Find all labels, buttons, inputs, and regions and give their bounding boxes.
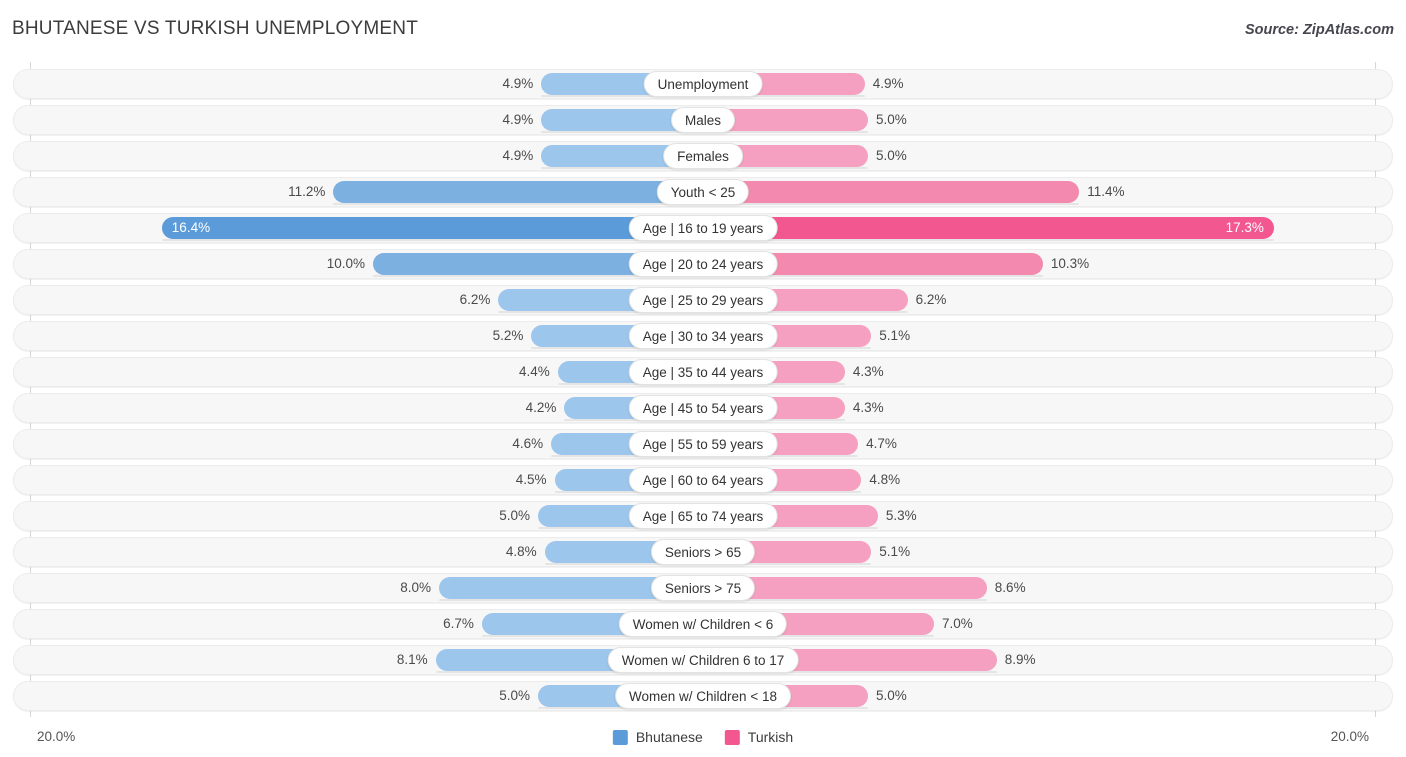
value-label-turkish: 5.1% bbox=[879, 328, 911, 343]
value-label-bhutanese: 10.0% bbox=[326, 256, 365, 271]
category-label: Females bbox=[663, 143, 743, 169]
source-attribution: Source: ZipAtlas.com bbox=[1244, 22, 1394, 38]
value-label-bhutanese: 4.8% bbox=[505, 544, 537, 559]
value-label-bhutanese: 4.5% bbox=[515, 472, 547, 487]
category-label: Youth < 25 bbox=[656, 179, 750, 205]
value-label-bhutanese: 4.9% bbox=[502, 112, 534, 127]
category-label: Age | 65 to 74 years bbox=[628, 503, 778, 529]
value-label-bhutanese: 16.4% bbox=[171, 220, 211, 235]
value-label-turkish: 17.3% bbox=[1225, 220, 1264, 235]
axis-label-right: 20.0% bbox=[1330, 729, 1369, 744]
value-label-bhutanese: 4.2% bbox=[525, 400, 557, 415]
chart-row: 5.2% 5.1% Age | 30 to 34 years bbox=[13, 321, 1393, 351]
category-label: Males bbox=[670, 107, 736, 133]
value-label-bhutanese: 4.9% bbox=[502, 148, 534, 163]
chart-row: 5.0% 5.0% Women w/ Children < 18 bbox=[13, 681, 1393, 711]
value-label-bhutanese: 4.6% bbox=[512, 436, 544, 451]
legend-label: Bhutanese bbox=[635, 729, 703, 745]
chart-row: 4.5% 4.8% Age | 60 to 64 years bbox=[13, 465, 1393, 495]
chart-row: 4.9% 4.9% Unemployment bbox=[13, 69, 1393, 99]
chart-root: BHUTANESE VS TURKISH UNEMPLOYMENT Source… bbox=[0, 0, 1406, 757]
category-label: Age | 60 to 64 years bbox=[628, 467, 778, 493]
value-label-bhutanese: 4.9% bbox=[502, 76, 534, 91]
value-label-turkish: 6.2% bbox=[915, 292, 947, 307]
value-label-bhutanese: 6.2% bbox=[459, 292, 491, 307]
chart-row: 4.9% 5.0% Females bbox=[13, 141, 1393, 171]
chart-row: 8.0% 8.6% Seniors > 75 bbox=[13, 573, 1393, 603]
value-label-turkish: 4.9% bbox=[872, 76, 904, 91]
chart-row: 4.2% 4.3% Age | 45 to 54 years bbox=[13, 393, 1393, 423]
category-label: Seniors > 65 bbox=[650, 539, 756, 565]
chart-row: 11.2% 11.4% Youth < 25 bbox=[13, 177, 1393, 207]
chart-row: 8.1% 8.9% Women w/ Children 6 to 17 bbox=[13, 645, 1393, 675]
category-label: Age | 30 to 34 years bbox=[628, 323, 778, 349]
chart-row: 4.8% 5.1% Seniors > 65 bbox=[13, 537, 1393, 567]
value-label-turkish: 8.9% bbox=[1004, 652, 1036, 667]
legend-swatch-icon bbox=[724, 729, 740, 745]
legend-item[interactable]: Turkish bbox=[724, 729, 794, 745]
category-label: Women w/ Children < 6 bbox=[618, 611, 788, 637]
chart-row: 16.4% 17.3% Age | 16 to 19 years bbox=[13, 213, 1393, 243]
value-label-bhutanese: 6.7% bbox=[443, 616, 474, 631]
legend-swatch-icon bbox=[612, 729, 628, 745]
legend: Bhutanese Turkish bbox=[612, 729, 794, 745]
value-label-turkish: 4.7% bbox=[866, 436, 897, 451]
category-label: Unemployment bbox=[643, 71, 763, 97]
bar-bhutanese bbox=[161, 217, 704, 241]
value-label-bhutanese: 4.4% bbox=[519, 364, 550, 379]
chart-row: 10.0% 10.3% Age | 20 to 24 years bbox=[13, 249, 1393, 279]
chart-row: 4.4% 4.3% Age | 35 to 44 years bbox=[13, 357, 1393, 387]
bar-bhutanese bbox=[333, 181, 703, 205]
category-label: Age | 35 to 44 years bbox=[628, 359, 778, 385]
category-label: Age | 55 to 59 years bbox=[628, 431, 778, 457]
value-label-turkish: 4.3% bbox=[852, 364, 884, 379]
value-label-bhutanese: 11.2% bbox=[288, 184, 326, 199]
category-label: Seniors > 75 bbox=[650, 575, 756, 601]
value-label-turkish: 7.0% bbox=[942, 616, 973, 631]
value-label-turkish: 10.3% bbox=[1050, 256, 1090, 271]
value-label-turkish: 5.1% bbox=[879, 544, 911, 559]
chart-row: 5.0% 5.3% Age | 65 to 74 years bbox=[13, 501, 1393, 531]
value-label-bhutanese: 5.2% bbox=[492, 328, 524, 343]
category-label: Women w/ Children 6 to 17 bbox=[607, 647, 799, 673]
plot-area: 4.9% 4.9% Unemployment 4.9% 5.0% Males 4.9% 5.0… bbox=[0, 62, 1406, 717]
value-label-bhutanese: 5.0% bbox=[499, 508, 530, 523]
category-label: Age | 25 to 29 years bbox=[628, 287, 778, 313]
chart-row: 6.2% 6.2% Age | 25 to 29 years bbox=[13, 285, 1393, 315]
legend-item[interactable]: Bhutanese bbox=[612, 729, 703, 745]
value-label-bhutanese: 5.0% bbox=[499, 688, 530, 703]
value-label-turkish: 8.6% bbox=[994, 580, 1026, 595]
bar-turkish bbox=[703, 181, 1080, 205]
chart-row: 4.9% 5.0% Males bbox=[13, 105, 1393, 135]
value-label-turkish: 11.4% bbox=[1087, 184, 1125, 199]
chart-row: 6.7% 7.0% Women w/ Children < 6 bbox=[13, 609, 1393, 639]
chart-row: 4.6% 4.7% Age | 55 to 59 years bbox=[13, 429, 1393, 459]
category-label: Age | 20 to 24 years bbox=[628, 251, 778, 277]
value-label-turkish: 4.8% bbox=[869, 472, 901, 487]
category-label: Age | 45 to 54 years bbox=[628, 395, 778, 421]
page-title: BHUTANESE VS TURKISH UNEMPLOYMENT bbox=[12, 18, 419, 39]
value-label-turkish: 4.3% bbox=[852, 400, 884, 415]
legend-label: Turkish bbox=[747, 729, 794, 745]
axis-label-left: 20.0% bbox=[37, 729, 76, 744]
value-label-bhutanese: 8.1% bbox=[396, 652, 428, 667]
category-label: Women w/ Children < 18 bbox=[615, 683, 791, 709]
value-label-turkish: 5.0% bbox=[876, 148, 907, 163]
category-label: Age | 16 to 19 years bbox=[628, 215, 778, 241]
value-label-bhutanese: 8.0% bbox=[400, 580, 431, 595]
value-label-turkish: 5.0% bbox=[876, 688, 907, 703]
value-label-turkish: 5.3% bbox=[885, 508, 917, 523]
value-label-turkish: 5.0% bbox=[876, 112, 907, 127]
bar-turkish bbox=[703, 217, 1274, 241]
